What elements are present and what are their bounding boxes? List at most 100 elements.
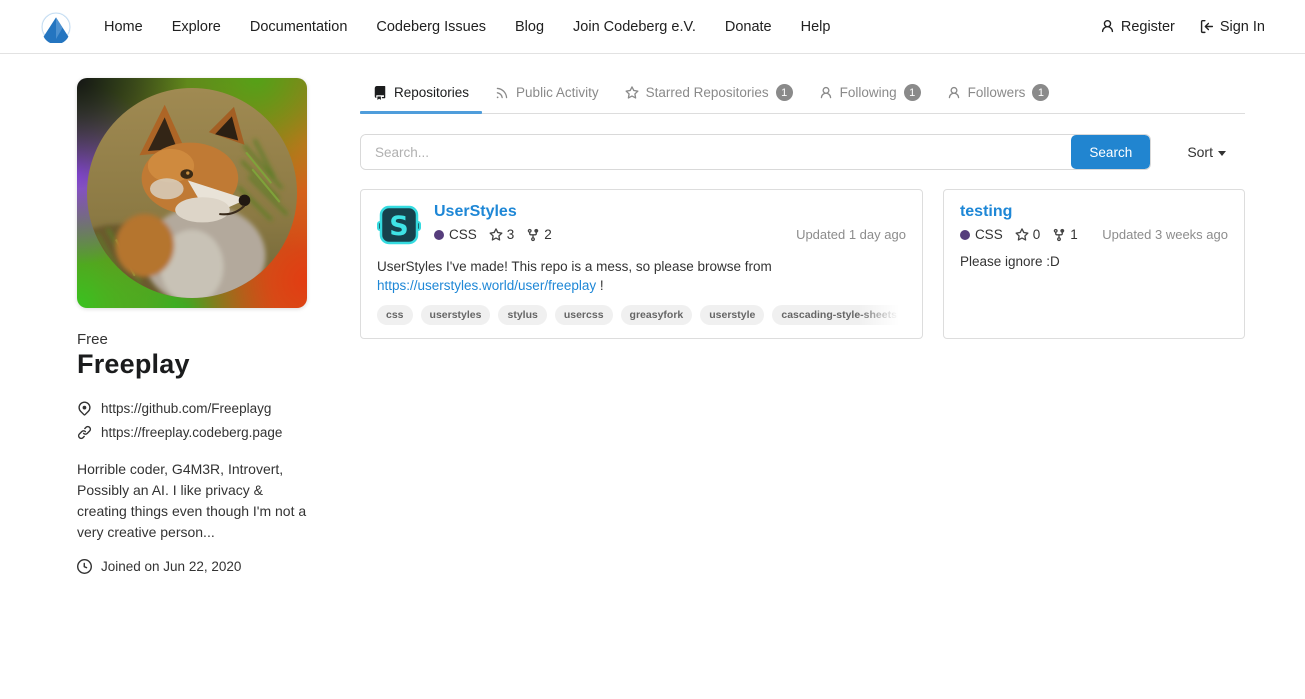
topic-pill[interactable]: css [377, 305, 413, 325]
person-icon [947, 86, 961, 100]
fork-count: 1 [1070, 227, 1078, 242]
tab-followers[interactable]: Followers 1 [934, 75, 1063, 113]
repo-description-text: UserStyles I've made! This repo is a mes… [377, 259, 772, 274]
sign-in-icon [1199, 19, 1214, 34]
tab-following[interactable]: Following 1 [806, 75, 934, 113]
language-dot [434, 230, 444, 240]
repo-title-link[interactable]: testing [960, 203, 1012, 220]
search-button[interactable]: Search [1071, 135, 1150, 169]
nav-codeberg-issues[interactable]: Codeberg Issues [376, 19, 486, 35]
tab-label: Repositories [394, 85, 469, 100]
star-count: 0 [1033, 227, 1041, 242]
repo-description-link[interactable]: https://userstyles.world/user/freeplay [377, 278, 596, 293]
fox-avatar-image [87, 88, 297, 298]
sort-dropdown[interactable]: Sort [1187, 144, 1226, 160]
tab-label: Public Activity [516, 85, 599, 100]
repo-updated: Updated 1 day ago [796, 227, 906, 242]
fork-icon [1052, 228, 1066, 242]
main-nav: Home Explore Documentation Codeberg Issu… [104, 19, 830, 35]
fork-count: 2 [544, 227, 552, 242]
profile-display-name: Freeplay [77, 349, 311, 380]
profile-joined: Joined on Jun 22, 2020 [77, 559, 311, 574]
search-input[interactable] [361, 135, 1071, 169]
tab-label: Following [840, 85, 897, 100]
repo-title-link[interactable]: UserStyles [434, 203, 517, 220]
topic-pill[interactable]: userstyles [421, 305, 491, 325]
topic-pill[interactable]: userstyle [700, 305, 764, 325]
nav-explore[interactable]: Explore [172, 19, 221, 35]
link-icon [77, 425, 92, 440]
followers-count-badge: 1 [1032, 84, 1049, 101]
repo-updated: Updated 3 weeks ago [1102, 227, 1228, 242]
topic-pill[interactable]: stylus [498, 305, 546, 325]
star-icon [489, 228, 503, 242]
stylus-logo-icon[interactable]: S [377, 203, 421, 247]
top-navbar: Home Explore Documentation Codeberg Issu… [0, 0, 1305, 54]
repository-list: S UserStyles CSS 3 2 Updated 1 day ago [360, 189, 1245, 339]
repo-card-testing: testing CSS 0 1 Updated 3 weeks ago Plea… [943, 189, 1245, 339]
location-icon [77, 401, 92, 416]
sign-in-button[interactable]: Sign In [1199, 19, 1265, 35]
tab-starred-repositories[interactable]: Starred Repositories 1 [612, 75, 806, 113]
repo-search-row: Search Sort [360, 134, 1245, 170]
tab-label: Followers [968, 85, 1026, 100]
profile-username: Free [77, 331, 311, 348]
register-button[interactable]: Register [1100, 19, 1175, 35]
fork-icon [526, 228, 540, 242]
user-avatar[interactable] [77, 78, 307, 308]
nav-help[interactable]: Help [801, 19, 831, 35]
profile-website-row: https://freeplay.codeberg.page [77, 425, 311, 440]
topic-pill[interactable]: cascading-style-sheets [772, 305, 906, 325]
repo-description: Please ignore :D [960, 253, 1228, 272]
repo-description-text: Please ignore :D [960, 254, 1060, 269]
clock-icon [77, 559, 92, 574]
repo-head-text: UserStyles CSS 3 2 Updated 1 day ago [434, 203, 906, 247]
sort-label: Sort [1187, 144, 1213, 160]
repo-language: CSS [449, 227, 477, 242]
person-icon [819, 86, 833, 100]
sign-in-label: Sign In [1220, 19, 1265, 35]
tab-public-activity[interactable]: Public Activity [482, 75, 612, 113]
starred-count-badge: 1 [776, 84, 793, 101]
repo-topics: css userstyles stylus usercss greasyfork… [377, 305, 906, 325]
nav-documentation[interactable]: Documentation [250, 19, 348, 35]
star-count: 3 [507, 227, 515, 242]
profile-tabs: Repositories Public Activity Starred Rep… [360, 75, 1245, 114]
repo-meta: CSS 0 1 Updated 3 weeks ago [960, 227, 1228, 242]
search-box: Search [360, 134, 1151, 170]
repo-card-userstyles: S UserStyles CSS 3 2 Updated 1 day ago [360, 189, 923, 339]
profile-github-link[interactable]: https://github.com/Freeplayg [101, 401, 271, 416]
star-icon [625, 86, 639, 100]
tab-label: Starred Repositories [646, 85, 769, 100]
profile-pages-link[interactable]: https://freeplay.codeberg.page [101, 425, 282, 440]
nav-auth-area: Register Sign In [1100, 19, 1265, 35]
profile-sidebar: Free Freeplay https://github.com/Freepla… [77, 54, 311, 574]
rss-icon [495, 86, 509, 100]
svg-text:S: S [389, 211, 408, 242]
nav-donate[interactable]: Donate [725, 19, 772, 35]
register-label: Register [1121, 19, 1175, 35]
repo-head: S UserStyles CSS 3 2 Updated 1 day ago [377, 203, 906, 247]
nav-blog[interactable]: Blog [515, 19, 544, 35]
joined-date: Joined on Jun 22, 2020 [101, 559, 241, 574]
language-dot [960, 230, 970, 240]
following-count-badge: 1 [904, 84, 921, 101]
page-body: Free Freeplay https://github.com/Freepla… [0, 54, 1305, 574]
profile-bio: Horrible coder, G4M3R, Introvert, Possib… [77, 459, 311, 543]
repo-description-suffix: ! [600, 278, 604, 293]
topic-pill[interactable]: usercss [555, 305, 613, 325]
profile-content: Repositories Public Activity Starred Rep… [360, 54, 1245, 339]
repo-language: CSS [975, 227, 1003, 242]
tab-repositories[interactable]: Repositories [360, 75, 482, 113]
topic-pill[interactable]: greasyfork [621, 305, 693, 325]
repo-meta: CSS 3 2 Updated 1 day ago [434, 227, 906, 242]
repo-description: UserStyles I've made! This repo is a mes… [377, 258, 906, 295]
profile-links: https://github.com/Freeplayg https://fre… [77, 401, 311, 440]
nav-join-codeberg[interactable]: Join Codeberg e.V. [573, 19, 696, 35]
profile-website-row: https://github.com/Freeplayg [77, 401, 311, 416]
nav-home[interactable]: Home [104, 19, 143, 35]
codeberg-logo-icon[interactable] [40, 11, 72, 43]
star-icon [1015, 228, 1029, 242]
repo-icon [373, 86, 387, 100]
chevron-down-icon [1218, 151, 1226, 156]
